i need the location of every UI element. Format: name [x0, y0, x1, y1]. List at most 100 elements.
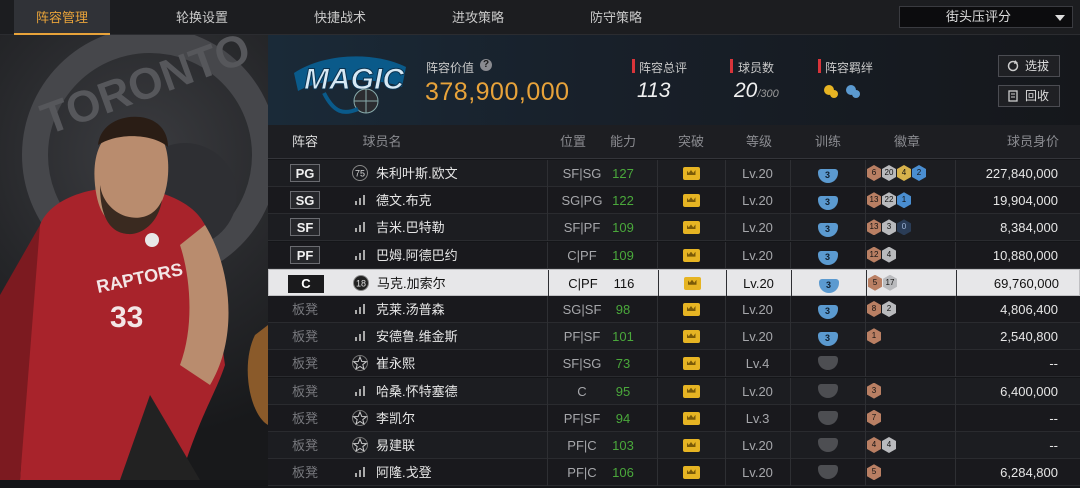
player-name[interactable]: 朱利叶斯.欧文 [376, 160, 546, 187]
slot-label: SG [290, 191, 320, 210]
tab-lineup[interactable]: 阵容管理 [14, 0, 110, 35]
bond-icons[interactable] [821, 81, 869, 101]
training-cell[interactable] [790, 378, 865, 405]
breakthrough-cell[interactable] [657, 214, 725, 241]
breakthrough-cell[interactable] [657, 187, 725, 214]
badge-icon: 5 [867, 464, 881, 481]
player-name[interactable]: 阿隆.戈登 [376, 459, 546, 486]
player-name[interactable]: 崔永熙 [376, 350, 546, 377]
badge-list[interactable]: 13 3 0 [865, 214, 912, 241]
training-shield-icon [817, 438, 838, 452]
player-level: Lv.20 [742, 438, 773, 453]
player-name[interactable]: 德文.布克 [376, 187, 546, 214]
refresh-icon [1007, 60, 1019, 72]
training-cell[interactable] [790, 405, 865, 432]
total-rating-label: 阵容总评 [639, 61, 688, 75]
badge-list[interactable]: 1 [865, 323, 882, 350]
badge-list[interactable]: 7 [865, 405, 882, 432]
breakthrough-cell[interactable] [657, 405, 725, 432]
training-cell[interactable]: 3 [790, 187, 865, 214]
table-row[interactable]: SF 吉米.巴特勒 SF|PF 109 Lv.20 3 13 3 0 8,384,000 [268, 214, 1080, 242]
player-name[interactable]: 巴姆.阿德巴约 [376, 242, 546, 269]
table-row[interactable]: 板凳 阿隆.戈登 PF|C 106 Lv.20 5 6,284,800 [268, 459, 1080, 487]
badge-list[interactable]: 12 4 [865, 242, 897, 269]
badge-list[interactable]: 5 [865, 459, 882, 486]
player-ability: 109 [612, 247, 634, 263]
player-count: 20/300 [734, 79, 779, 103]
player-level: Lv.20 [742, 383, 773, 399]
training-cell[interactable]: 3 [790, 296, 865, 323]
table-row[interactable]: C 18 马克.加索尔 C|PF 116 Lv.20 3 5 17 69,760,000 [268, 268, 1080, 297]
training-shield-icon: 3 [817, 305, 838, 319]
breakthrough-cell[interactable] [657, 160, 725, 187]
select-button[interactable]: 选拔 [998, 55, 1060, 77]
badge-icon: 20 [882, 165, 896, 181]
player-name[interactable]: 安德鲁.维金斯 [376, 323, 546, 350]
training-cell[interactable]: 3 [790, 323, 865, 350]
table-row[interactable]: PF 巴姆.阿德巴约 C|PF 109 Lv.20 3 12 4 10,880,000 [268, 241, 1080, 269]
training-cell[interactable] [790, 459, 865, 486]
table-row[interactable]: SG 德文.布克 SG|PG 122 Lv.20 3 13 22 1 19,904,000 [268, 187, 1080, 215]
marker-bond [818, 59, 821, 73]
training-cell[interactable]: 3 [790, 242, 865, 269]
breakthrough-cell[interactable] [657, 459, 725, 486]
slot-label: 板凳 [291, 410, 318, 426]
marker-total [632, 59, 635, 73]
col-ability[interactable]: 能力 [593, 125, 653, 159]
badge-list[interactable]: 82 [865, 296, 897, 323]
player-name[interactable]: 马克.加索尔 [377, 270, 547, 297]
player-value: 69,760,000 [993, 275, 1059, 291]
badge-list[interactable]: 44 [865, 432, 897, 459]
col-level[interactable]: 等级 [729, 125, 789, 159]
col-name[interactable]: 球员名 [352, 125, 412, 159]
recycle-button[interactable]: 回收 [998, 85, 1060, 107]
training-cell[interactable]: 3 [790, 160, 865, 187]
training-cell[interactable] [790, 432, 865, 459]
badge-icon: 17 [883, 274, 897, 291]
training-cell[interactable]: 3 [790, 214, 865, 241]
table-row[interactable]: 板凳 哈桑.怀特塞德 C 95 Lv.20 3 6,400,000 [268, 377, 1080, 405]
player-name[interactable]: 易建联 [376, 432, 546, 459]
table-row[interactable]: 板凳 安德鲁.维金斯 PF|SF 101 Lv.20 3 1 2,540,800 [268, 323, 1080, 351]
bars-icon [355, 222, 365, 233]
training-cell[interactable]: 3 [791, 270, 866, 297]
tab-defense[interactable]: 防守策略 [568, 0, 664, 35]
breakthrough-cell[interactable] [657, 350, 725, 377]
badge-list[interactable]: 5 17 [866, 270, 898, 297]
player-name[interactable]: 哈桑.怀特塞德 [376, 378, 546, 405]
rating-dropdown[interactable]: 街头压评分 [899, 6, 1073, 28]
badge-list[interactable] [865, 350, 867, 377]
player-name[interactable]: 克莱.汤普森 [376, 296, 546, 323]
breakthrough-cell[interactable] [658, 270, 726, 297]
tab-offense[interactable]: 进攻策略 [430, 0, 526, 35]
col-slot[interactable]: 阵容 [268, 125, 342, 159]
bond-label: 阵容羁绊 [825, 61, 874, 75]
table-row[interactable]: 板凳 克莱.汤普森 SG|SF 98 Lv.20 3 8 2 4,806,400 [268, 296, 1080, 323]
table-row[interactable]: 板凳 易建联 PF|C 103 Lv.20 4 4 -- [268, 432, 1080, 459]
total-rating: 113 [637, 79, 671, 102]
col-value[interactable]: 球员身价 [998, 125, 1068, 159]
col-badges[interactable]: 徽章 [877, 125, 937, 159]
slot-label: C [288, 274, 324, 293]
player-value: 19,904,000 [992, 193, 1058, 209]
badge-list[interactable]: 3 [865, 378, 882, 405]
breakthrough-cell[interactable] [657, 378, 725, 405]
breakthrough-cell[interactable] [657, 323, 725, 350]
breakthrough-cell[interactable] [657, 242, 725, 269]
table-row[interactable]: 板凳 李凯尔 PF|SF 94 Lv.3 7 -- [268, 404, 1080, 432]
table-row[interactable]: PG 75 朱利叶斯.欧文 SF|SG 127 Lv.20 3 6 20 4 2 227,840,00… [268, 160, 1080, 187]
tab-rotation[interactable]: 轮换设置 [154, 0, 250, 35]
training-cell[interactable] [790, 350, 865, 377]
col-breakthrough[interactable]: 突破 [661, 125, 721, 159]
col-training[interactable]: 训练 [798, 125, 858, 159]
badge-list[interactable]: 6 20 4 2 [865, 160, 927, 187]
breakthrough-cell[interactable] [657, 296, 725, 323]
badge-list[interactable]: 13 22 1 [865, 187, 912, 214]
player-name[interactable]: 李凯尔 [376, 405, 546, 432]
tab-quick-tactics[interactable]: 快捷战术 [292, 0, 388, 35]
breakthrough-cell[interactable] [657, 432, 725, 459]
badge-icon: 4 [882, 437, 896, 453]
table-row[interactable]: 板凳 崔永熙 SF|SG 73 Lv.4 -- [268, 350, 1080, 378]
help-icon[interactable]: ? [480, 59, 492, 71]
player-name[interactable]: 吉米.巴特勒 [376, 214, 546, 241]
